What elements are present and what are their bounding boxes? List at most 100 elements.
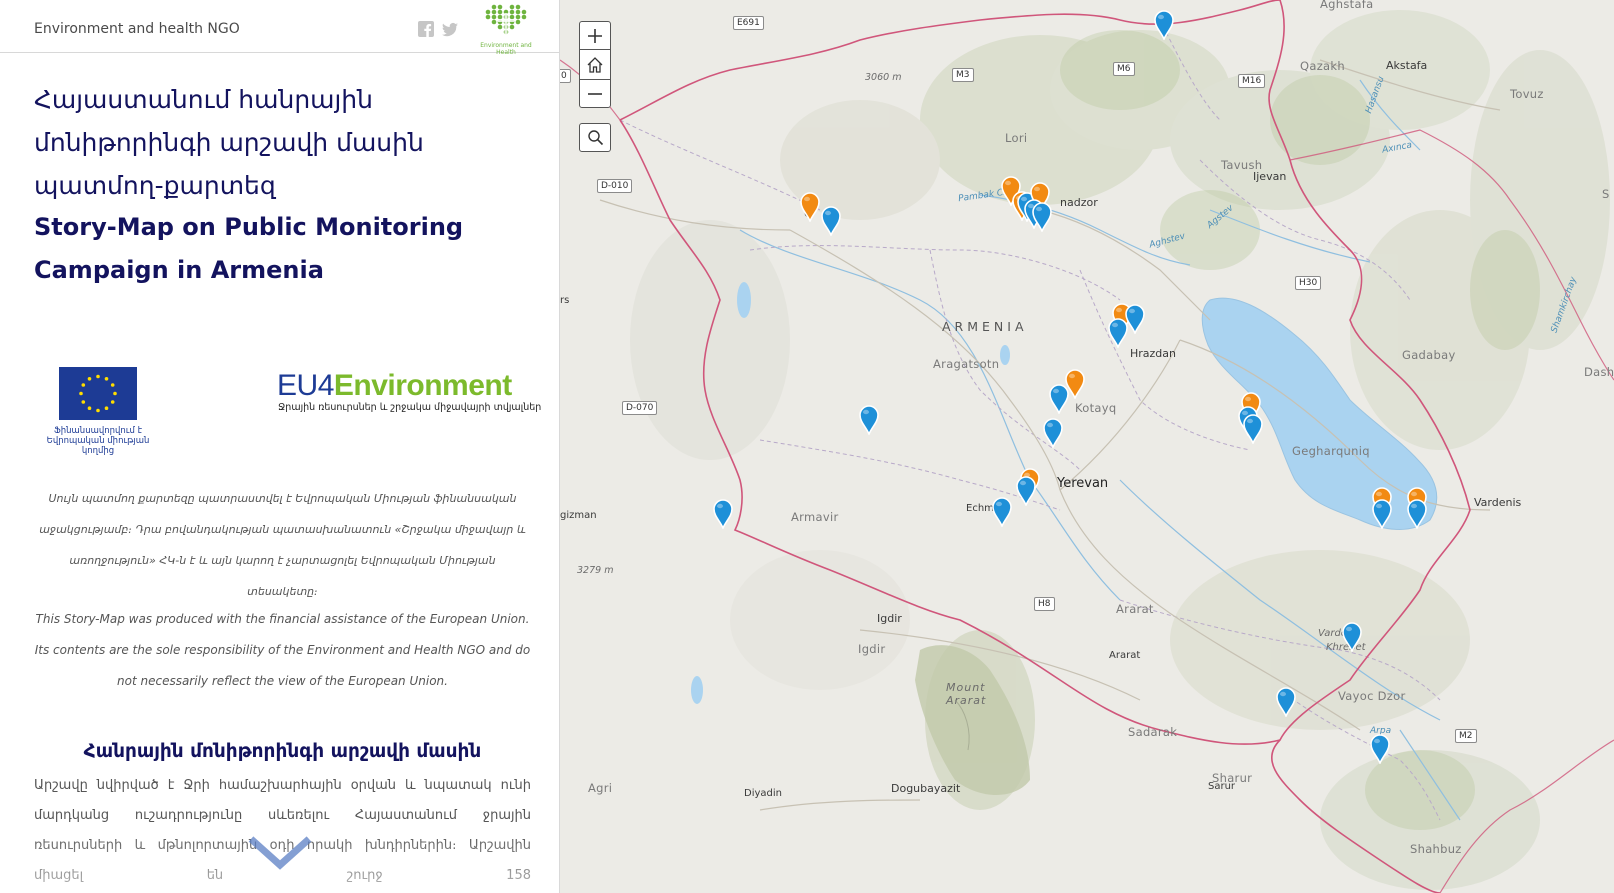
eu-star xyxy=(113,391,117,396)
label-armavir: Armavir xyxy=(791,510,839,524)
label-diyadin: Diyadin xyxy=(744,788,782,799)
eu-flag-logo xyxy=(59,367,137,420)
label-sarur: Sarur xyxy=(1208,781,1236,792)
label-vayoc-dzor: Vayoc Dzor xyxy=(1338,689,1406,703)
zoom-in-button[interactable] xyxy=(579,21,611,50)
map-pin-icon xyxy=(992,497,1012,529)
label-gegharquniq: Gegharquniq xyxy=(1292,444,1370,458)
road-shield-d070: D-070 xyxy=(622,401,658,415)
map-marker-blue[interactable] xyxy=(1042,418,1064,450)
map-marker-blue[interactable] xyxy=(1048,384,1070,416)
map-marker-blue[interactable] xyxy=(712,499,734,531)
story-header: Environment and health NGO Environment a… xyxy=(0,0,559,56)
eu-star xyxy=(104,406,109,410)
eu4env-environment-text: Environment xyxy=(333,369,512,402)
story-panel: Environment and health NGO Environment a… xyxy=(0,0,560,893)
map-pin-icon xyxy=(1032,202,1052,234)
map-marker-blue[interactable] xyxy=(1406,499,1428,531)
plus-icon xyxy=(588,28,602,43)
eu-star xyxy=(110,400,115,404)
map-pin-icon xyxy=(713,499,733,531)
map-pin-icon xyxy=(1154,10,1174,42)
disclaimer-armenian: Սույն պատմող քարտեզը պատրաստվել է Եվրոպա… xyxy=(39,492,526,598)
map-marker-blue[interactable] xyxy=(1153,10,1175,42)
search-icon xyxy=(587,130,603,146)
label-gadabay: Gadabay xyxy=(1402,348,1456,362)
label-qazakh: Qazakh xyxy=(1300,59,1345,73)
home-icon xyxy=(587,56,603,73)
facebook-icon[interactable] xyxy=(418,21,434,37)
label-yerevan: Yerevan xyxy=(1057,476,1109,491)
twitter-icon[interactable] xyxy=(442,21,458,37)
section-body: Արշավը նվիրված է Ջրի համաշխարհային օրվան… xyxy=(34,778,531,883)
map-pin-icon xyxy=(1407,499,1427,531)
story-title-english: Story-Map on Public Monitoring Campaign … xyxy=(34,213,464,284)
map-marker-blue[interactable] xyxy=(858,405,880,437)
label-ararat-region: Ararat xyxy=(1116,602,1154,616)
label-agri: Agri xyxy=(588,781,613,795)
label-sadarak: Sadarak xyxy=(1128,725,1178,739)
map-marker-blue[interactable] xyxy=(1341,622,1363,654)
map-pin-icon xyxy=(1108,318,1128,350)
label-dash: Dash xyxy=(1584,365,1614,379)
search-button[interactable] xyxy=(579,123,611,152)
map-marker-blue[interactable] xyxy=(1275,687,1297,719)
map-marker-blue[interactable] xyxy=(1107,318,1129,350)
map-pin-icon xyxy=(1276,687,1296,719)
map-view[interactable]: ARMENIA Yerevan nadzor Hrazdan G Echmiad… xyxy=(560,0,1614,893)
road-shield-h30: H30 xyxy=(1295,276,1322,290)
home-button[interactable] xyxy=(579,50,611,79)
label-ararat-city: Ararat xyxy=(1109,650,1141,661)
label-dogubayazit: Dogubayazit xyxy=(891,782,961,795)
road-shield-m16: M16 xyxy=(1238,74,1266,88)
eu-star xyxy=(79,391,83,396)
eu-star xyxy=(87,406,92,410)
map-marker-blue[interactable] xyxy=(1369,734,1391,766)
eu4env-four-text: 4 xyxy=(317,369,335,402)
map-marker-blue[interactable] xyxy=(1242,414,1264,446)
zoom-out-button[interactable] xyxy=(579,79,611,108)
eu-star xyxy=(81,383,86,387)
label-igdir: Igdir xyxy=(877,612,902,625)
map-pin-icon xyxy=(1016,476,1036,508)
map-marker-blue[interactable] xyxy=(1015,476,1037,508)
map-pin-icon xyxy=(1342,622,1362,654)
label-vardenis: Vardenis xyxy=(1474,496,1522,509)
map-marker-blue[interactable] xyxy=(1031,202,1053,234)
label-lori: Lori xyxy=(1005,131,1028,145)
eu4env-eu-text: EU xyxy=(277,369,318,402)
eu-star xyxy=(104,377,109,381)
story-title-armenian: Հայաստանում հանրային մոնիթորինգի արշավի … xyxy=(34,85,424,200)
map-pin-icon xyxy=(859,405,879,437)
label-vanadzor: nadzor xyxy=(1060,196,1098,209)
map-marker-orange[interactable] xyxy=(799,192,821,224)
label-armenia: ARMENIA xyxy=(942,319,1028,334)
scroll-down-chevron-icon[interactable] xyxy=(247,835,313,871)
map-pin-icon xyxy=(1370,734,1390,766)
eu-star xyxy=(96,408,100,413)
map-marker-blue[interactable] xyxy=(991,497,1013,529)
map-pin-icon xyxy=(821,206,841,238)
eu-star xyxy=(87,377,92,381)
label-tovuz: Tovuz xyxy=(1510,87,1544,101)
map-pin-icon xyxy=(800,192,820,224)
minus-icon xyxy=(588,92,602,95)
road-shield-h8: H8 xyxy=(1034,597,1055,611)
map-marker-blue[interactable] xyxy=(820,206,842,238)
ngo-logo-caption: Environment and Health xyxy=(480,42,532,56)
map-marker-blue[interactable] xyxy=(1371,499,1393,531)
label-gizman: gizman xyxy=(560,510,597,521)
label-hrazdan: Hrazdan xyxy=(1130,347,1177,360)
label-ararat-mountain: Ararat xyxy=(946,694,987,707)
road-shield-m6: M6 xyxy=(1113,62,1135,76)
disclaimer-english: This Story-Map was produced with the fin… xyxy=(34,612,531,688)
road-shield-partial: 0 xyxy=(560,69,571,83)
map-pin-icon xyxy=(1243,414,1263,446)
basemap xyxy=(560,0,1614,893)
label-s: S xyxy=(1602,187,1610,201)
section-heading: Հանրային մոնիթորինգի արշավի մասին xyxy=(83,741,482,762)
label-elevation-3279: 3279 m xyxy=(577,565,614,576)
org-name: Environment and health NGO xyxy=(34,21,240,37)
map-pin-icon xyxy=(1372,499,1392,531)
label-akstafa: Akstafa xyxy=(1386,59,1428,72)
